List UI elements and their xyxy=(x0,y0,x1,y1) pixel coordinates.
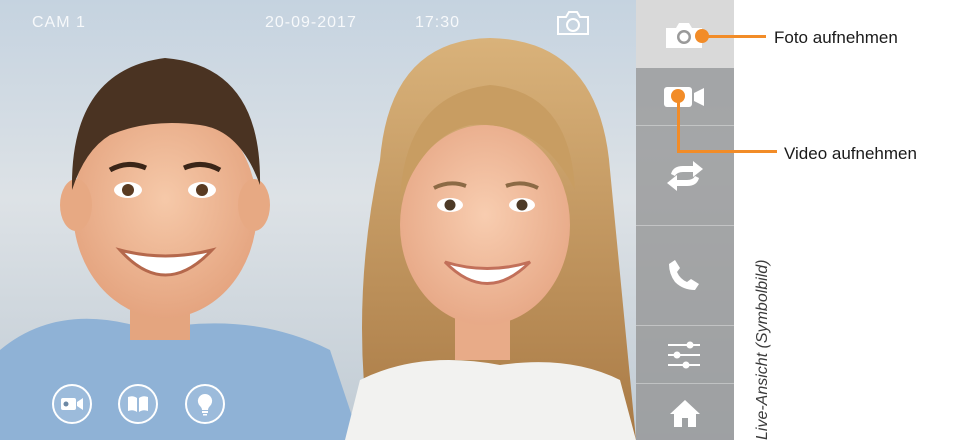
photo-callout-label: Foto aufnehmen xyxy=(774,28,898,47)
camera-label: CAM 1 xyxy=(32,14,86,31)
camera-screen: CAM 1 20-09-2017 17:30 xyxy=(0,0,734,440)
take-photo-button[interactable] xyxy=(636,0,734,68)
right-toolbar xyxy=(636,0,734,440)
settings-sliders-icon xyxy=(668,341,700,369)
time-label: 17:30 xyxy=(415,14,461,31)
home-button[interactable] xyxy=(636,384,734,440)
home-icon xyxy=(670,400,700,427)
settings-button[interactable] xyxy=(636,326,734,384)
book-icon xyxy=(128,396,148,412)
live-video-feed xyxy=(0,0,636,440)
phone-icon xyxy=(669,260,699,290)
status-bar: CAM 1 20-09-2017 17:30 xyxy=(0,0,636,40)
camera-outline-icon xyxy=(557,11,589,35)
date-label: 20-09-2017 xyxy=(265,14,357,31)
video-callout-line-vertical xyxy=(677,100,680,152)
record-video-button[interactable] xyxy=(636,68,734,126)
image-caption: Live-Ansicht (Symbolbild) xyxy=(754,259,771,440)
video-camera-icon xyxy=(61,398,83,410)
photo-callout-dot xyxy=(695,29,709,43)
video-camera-button[interactable] xyxy=(52,384,92,424)
light-bulb-icon xyxy=(197,393,213,416)
switch-arrows-icon xyxy=(667,161,703,191)
call-button[interactable] xyxy=(636,226,734,326)
video-callout-line-horizontal xyxy=(677,150,777,153)
light-button[interactable] xyxy=(185,384,225,424)
book-button[interactable] xyxy=(118,384,158,424)
photo-callout-line xyxy=(702,35,766,38)
switch-camera-button[interactable] xyxy=(636,126,734,226)
video-callout-label: Video aufnehmen xyxy=(784,144,917,163)
